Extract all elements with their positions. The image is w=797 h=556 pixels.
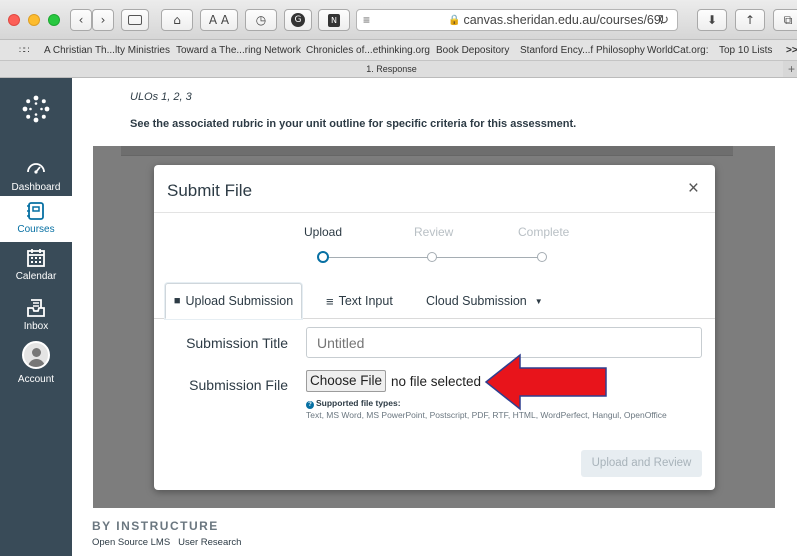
sidebar-item-label: Account: [17, 374, 55, 385]
text-lines-icon: ≡: [326, 293, 334, 309]
more-bookmarks-button[interactable]: >>: [786, 45, 797, 56]
minimize-window-button[interactable]: [28, 14, 40, 26]
sidebar-item-label: Inbox: [23, 321, 49, 332]
caret-down-icon: ▼: [534, 296, 543, 306]
supported-types-heading: ? Supported file types:: [306, 398, 401, 409]
close-window-button[interactable]: [8, 14, 20, 26]
close-icon[interactable]: ×: [688, 178, 699, 200]
footer-link[interactable]: Open Source LMS: [92, 537, 170, 548]
browser-tab-title: 1. Response: [366, 64, 417, 74]
lock-icon: 🔒: [448, 14, 461, 26]
text-size-label: A A: [208, 13, 230, 27]
file-icon: ■: [173, 295, 181, 307]
dashboard-icon: [26, 158, 46, 178]
sidebar-item-label: Dashboard: [11, 182, 61, 193]
footer-link[interactable]: User Research: [178, 537, 241, 548]
download-icon[interactable]: ⬇: [697, 9, 727, 31]
tab-label: Upload Submission: [185, 294, 294, 308]
step-review-label: Review: [414, 225, 454, 239]
forward-button[interactable]: ›: [92, 9, 114, 31]
step-complete-marker: [537, 252, 547, 262]
step-complete-label: Complete: [518, 225, 570, 239]
tab-upload-submission[interactable]: ■ Upload Submission: [165, 283, 302, 319]
step-upload-label: Upload: [304, 225, 343, 239]
upload-and-review-button[interactable]: Upload and Review: [581, 450, 702, 477]
tab-label: Cloud Submission: [426, 294, 527, 308]
supported-heading-text: Supported file types:: [316, 398, 401, 408]
bookmark-item[interactable]: Top 10 Lists: [719, 45, 772, 56]
bookmarks-bar: ∷∷ A Christian Th...lty Ministries Towar…: [0, 40, 797, 61]
browser-toolbar: ‹ › ⌂ A A ◷ G N ≡ 🔒 canvas.sheridan.edu.…: [0, 0, 797, 40]
supported-types-list: Text, MS Word, MS PowerPoint, Postscript…: [306, 410, 667, 420]
sidebar-item-label: Courses: [17, 224, 55, 235]
reload-icon[interactable]: ↻: [658, 12, 669, 28]
step-upload-marker: [317, 251, 329, 263]
maximize-window-button[interactable]: [48, 14, 60, 26]
choose-file-button[interactable]: Choose File: [306, 370, 386, 392]
reader-icon[interactable]: ≡: [363, 13, 370, 27]
canvas-logo-icon[interactable]: [22, 95, 50, 123]
help-icon: ?: [306, 401, 314, 409]
dialog-title: Submit File: [167, 181, 253, 200]
tab-label: Text Input: [338, 294, 393, 308]
sidebar-item-courses[interactable]: Courses: [0, 196, 72, 242]
footer-brand: BY INSTRUCTURE: [92, 519, 219, 533]
home-icon[interactable]: ⌂: [161, 9, 193, 31]
annotation-arrow: [484, 353, 607, 411]
tab-text-input[interactable]: ≡ Text Input: [326, 283, 393, 319]
address-text: canvas.sheridan.edu.au/courses/69/assign…: [463, 13, 664, 27]
browser-tab-bar: 1. Response +: [0, 61, 797, 78]
bookmark-item[interactable]: Book Depository: [436, 45, 509, 56]
bookmark-item[interactable]: Toward a The...ring Network: [176, 45, 301, 56]
address-bar[interactable]: ≡ 🔒 canvas.sheridan.edu.au/courses/69/as…: [356, 9, 678, 31]
tab-cloud-submission[interactable]: Cloud Submission ▼: [426, 283, 543, 319]
no-file-text: no file selected: [391, 374, 482, 389]
bookmark-item[interactable]: Stanford Ency...f Philosophy: [520, 45, 645, 56]
courses-icon: [26, 201, 46, 221]
submission-file-label: Submission File: [189, 377, 288, 393]
text-size-button[interactable]: A A: [200, 9, 238, 31]
submit-file-dialog: Submit File × Upload Review Complete ■ U…: [154, 165, 715, 490]
browser-tab[interactable]: 1. Response: [0, 61, 783, 77]
submission-title-label: Submission Title: [186, 335, 288, 351]
overlay-underlying-panel: [121, 146, 733, 156]
bookmark-item[interactable]: WorldCat.org:: [647, 45, 709, 56]
sidebar-item-calendar[interactable]: Calendar: [0, 248, 72, 282]
step-review-marker: [427, 252, 437, 262]
rubric-note: See the associated rubric in your unit o…: [130, 118, 577, 130]
extension-n-icon[interactable]: N: [318, 9, 350, 31]
sidebar-item-account[interactable]: Account: [0, 341, 72, 385]
bookmark-item[interactable]: A Christian Th...lty Ministries: [44, 45, 170, 56]
history-icon[interactable]: ◷: [245, 9, 277, 31]
extension-g-icon[interactable]: G: [284, 9, 312, 31]
sidebar-item-dashboard[interactable]: Dashboard: [0, 158, 72, 193]
tabs-overview-icon[interactable]: ⧉: [773, 9, 797, 31]
sidebar-item-inbox[interactable]: Inbox: [0, 298, 72, 332]
sidebar-toggle-icon[interactable]: [121, 9, 149, 31]
sidebar-item-label: Calendar: [15, 271, 57, 282]
dialog-header-divider: [154, 212, 715, 213]
bookmarks-grid-icon[interactable]: ∷∷: [19, 45, 30, 56]
account-avatar: [22, 341, 50, 369]
footer-links: Open Source LMS User Research: [92, 537, 241, 548]
new-tab-icon[interactable]: +: [788, 62, 795, 76]
ulos-text: ULOs 1, 2, 3: [130, 91, 192, 103]
share-icon[interactable]: ↑: [735, 9, 765, 31]
inbox-icon: [26, 298, 46, 318]
global-navigation: Dashboard Courses Calendar Inbox Account: [0, 78, 72, 556]
back-button[interactable]: ‹: [70, 9, 92, 31]
bookmark-item[interactable]: Chronicles of...ethinking.org: [306, 45, 430, 56]
calendar-icon: [26, 248, 46, 268]
